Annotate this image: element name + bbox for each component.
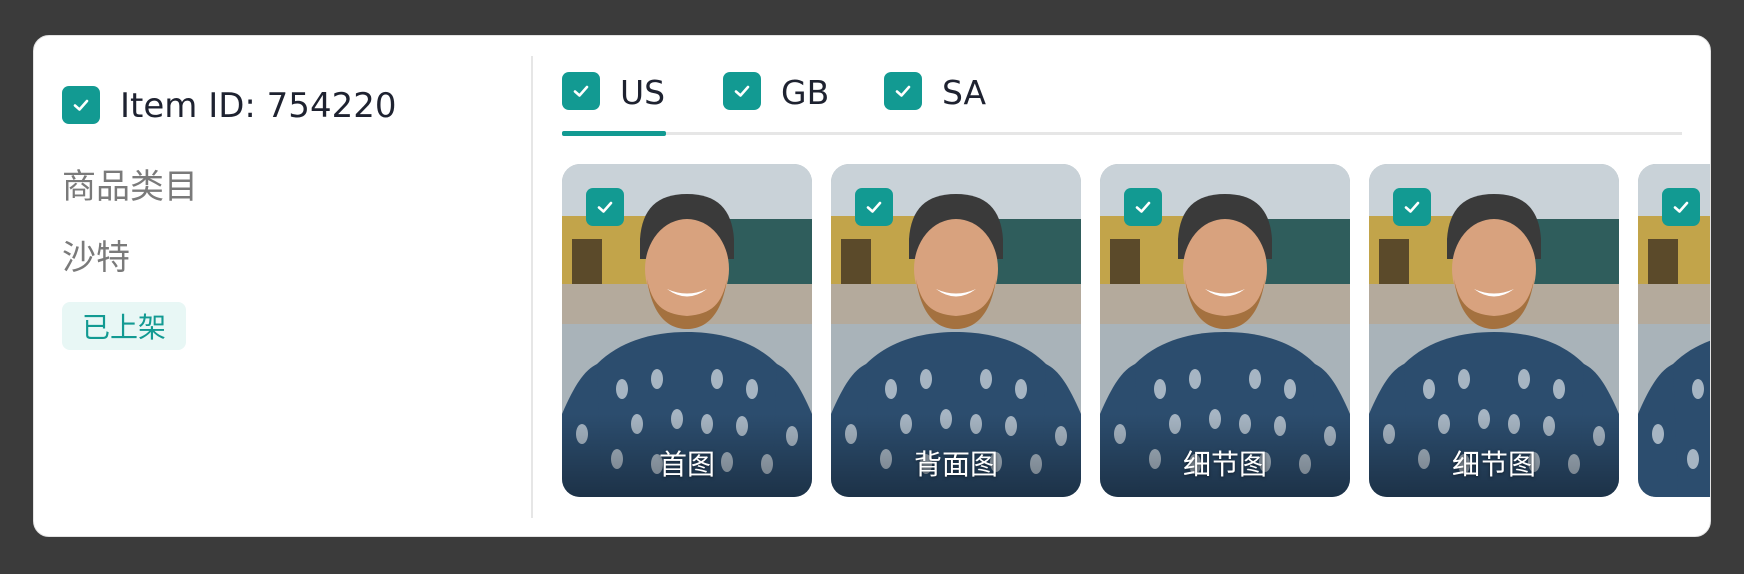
check-icon [734, 85, 750, 97]
category-value: 沙特 [62, 238, 130, 278]
gallery-image[interactable]: 背面图 [831, 164, 1081, 497]
tab-sa-checkbox[interactable] [884, 72, 922, 110]
tab-sa-label: SA [942, 73, 987, 112]
tab-active-indicator [562, 131, 666, 136]
region-tabs: US GB SA [562, 36, 1682, 136]
image-caption: 细节图 [1182, 448, 1267, 481]
image-select-checkbox[interactable] [1393, 188, 1431, 226]
image-caption: 首图 [658, 448, 715, 481]
check-icon [1135, 201, 1151, 213]
check-icon [597, 201, 613, 213]
image-select-checkbox[interactable] [855, 188, 893, 226]
image-select-checkbox[interactable] [586, 188, 624, 226]
check-icon [573, 85, 589, 97]
category-label: 商品类目 [62, 167, 198, 207]
check-icon [1673, 201, 1689, 213]
gallery-image[interactable]: 首图 [562, 164, 812, 497]
gallery-image[interactable]: 细节图 [1369, 164, 1619, 497]
image-caption: 细节图 [1451, 448, 1536, 481]
gallery-image[interactable]: 细节图 [1100, 164, 1350, 497]
check-icon [73, 99, 89, 111]
check-icon [895, 85, 911, 97]
item-select-checkbox[interactable] [62, 86, 100, 124]
tab-gb-checkbox[interactable] [723, 72, 761, 110]
gallery-image[interactable] [1638, 164, 1710, 497]
image-caption: 背面图 [913, 448, 998, 481]
check-icon [866, 201, 882, 213]
tab-us-label: US [620, 73, 666, 112]
item-id-label: Item ID: 754220 [120, 86, 397, 126]
item-info-panel: Item ID: 754220 商品类目 沙特 已上架 [34, 36, 534, 536]
status-badge: 已上架 [62, 302, 186, 350]
check-icon [1404, 201, 1420, 213]
item-card: Item ID: 754220 商品类目 沙特 已上架 US GB SA 首图 … [33, 35, 1711, 537]
image-gallery: 首图 背面图 细节图 细节图 [562, 164, 1710, 498]
tab-gb-label: GB [781, 73, 830, 112]
tab-us-checkbox[interactable] [562, 72, 600, 110]
image-select-checkbox[interactable] [1662, 188, 1700, 226]
image-select-checkbox[interactable] [1124, 188, 1162, 226]
panel-divider [531, 56, 533, 518]
tabs-underline [562, 132, 1682, 135]
